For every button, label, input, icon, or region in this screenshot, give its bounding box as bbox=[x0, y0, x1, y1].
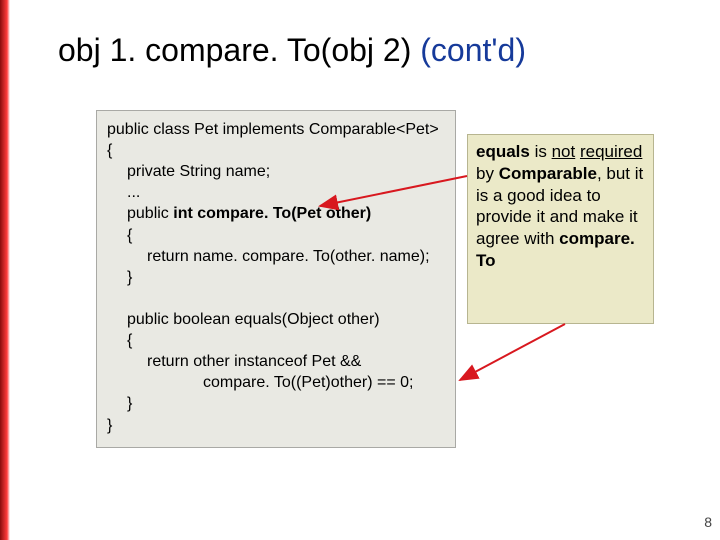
note-text: by bbox=[476, 164, 499, 183]
code-listing: public class Pet implements Comparable<P… bbox=[96, 110, 456, 448]
note-comparable: Comparable bbox=[499, 164, 597, 183]
note-not: not bbox=[552, 142, 576, 161]
code-line: public boolean equals(Object other) bbox=[107, 309, 445, 330]
code-line: { bbox=[107, 330, 445, 351]
blank-line bbox=[107, 288, 445, 309]
code-line: ... bbox=[107, 182, 445, 203]
annotation-box: equals is not required by Comparable, bu… bbox=[467, 134, 654, 324]
code-line: public int compare. To(Pet other) bbox=[107, 203, 445, 224]
code-line: return other instanceof Pet && bbox=[107, 351, 445, 372]
kw-int: int bbox=[173, 205, 193, 222]
code-line: return name. compare. To(other. name); bbox=[107, 246, 445, 267]
code-line: } bbox=[107, 393, 445, 414]
title-black: obj 1. compare. To(obj 2) bbox=[58, 32, 420, 68]
code-line: } bbox=[107, 267, 445, 288]
page-number: 8 bbox=[704, 514, 712, 530]
note-required: required bbox=[580, 142, 642, 161]
code-line: { bbox=[107, 140, 445, 161]
slide-title: obj 1. compare. To(obj 2) (cont'd) bbox=[58, 32, 526, 69]
arrow-to-equals bbox=[460, 324, 565, 380]
kw: public bbox=[127, 205, 173, 222]
code-line: } bbox=[107, 415, 445, 436]
code-line: { bbox=[107, 225, 445, 246]
title-blue: (cont'd) bbox=[420, 32, 526, 68]
method-sig: compare. To(Pet other) bbox=[193, 205, 371, 222]
code-line: public class Pet implements Comparable<P… bbox=[107, 119, 445, 140]
code-line: compare. To((Pet)other) == 0; bbox=[107, 372, 445, 393]
code-line: private String name; bbox=[107, 161, 445, 182]
note-text: is bbox=[530, 142, 552, 161]
slide-accent-stripe bbox=[0, 0, 10, 540]
note-equals: equals bbox=[476, 142, 530, 161]
